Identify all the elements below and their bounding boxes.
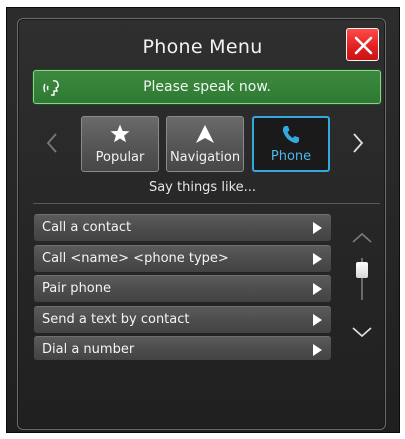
tab-label: Navigation bbox=[169, 150, 241, 165]
list-item-label: Call <name> <phone type> bbox=[42, 250, 229, 266]
list-item-label: Call a contact bbox=[42, 220, 132, 235]
tab-label: Popular bbox=[95, 150, 145, 165]
close-button[interactable] bbox=[346, 28, 379, 61]
speak-prompt-bar: Please speak now. bbox=[33, 70, 381, 104]
tab-phone[interactable]: Phone bbox=[252, 116, 330, 172]
tab-scroll-right-icon[interactable] bbox=[352, 132, 364, 154]
scroll-thumb[interactable] bbox=[356, 262, 368, 278]
navigation-arrow-icon bbox=[196, 125, 214, 143]
tab-label: Phone bbox=[270, 149, 312, 164]
list-item[interactable]: Call <name> <phone type> bbox=[34, 244, 331, 272]
tab-navigation[interactable]: Navigation bbox=[166, 116, 244, 172]
list-item[interactable]: Dial a number bbox=[34, 336, 331, 360]
scroll-down-icon[interactable] bbox=[351, 326, 373, 338]
tab-scroll-left-icon[interactable] bbox=[46, 132, 58, 154]
hint-text: Say things like... bbox=[148, 180, 257, 195]
list-item[interactable]: Send a text by contact bbox=[34, 305, 331, 333]
divider bbox=[33, 203, 380, 204]
play-arrow-icon bbox=[313, 222, 322, 234]
play-arrow-icon bbox=[313, 283, 322, 295]
list-item-label: Dial a number bbox=[42, 342, 135, 357]
play-arrow-icon bbox=[313, 344, 322, 356]
scroll-up-icon[interactable] bbox=[351, 232, 373, 244]
list-item[interactable]: Pair phone bbox=[34, 275, 331, 302]
list-scrollbar[interactable] bbox=[351, 232, 373, 338]
list-item-label: Send a text by contact bbox=[42, 311, 190, 327]
phone-icon bbox=[282, 126, 299, 144]
play-arrow-icon bbox=[313, 252, 322, 265]
tab-popular[interactable]: Popular bbox=[81, 116, 159, 172]
speak-prompt-text: Please speak now. bbox=[143, 79, 271, 95]
page-title: Phone Menu bbox=[142, 36, 263, 58]
command-list: Call a contact Call <name> <phone type> … bbox=[34, 214, 331, 364]
list-item[interactable]: Call a contact bbox=[34, 214, 331, 241]
play-arrow-icon bbox=[313, 313, 322, 326]
list-item-label: Pair phone bbox=[42, 281, 111, 296]
close-icon bbox=[354, 36, 373, 55]
star-icon bbox=[110, 124, 130, 143]
